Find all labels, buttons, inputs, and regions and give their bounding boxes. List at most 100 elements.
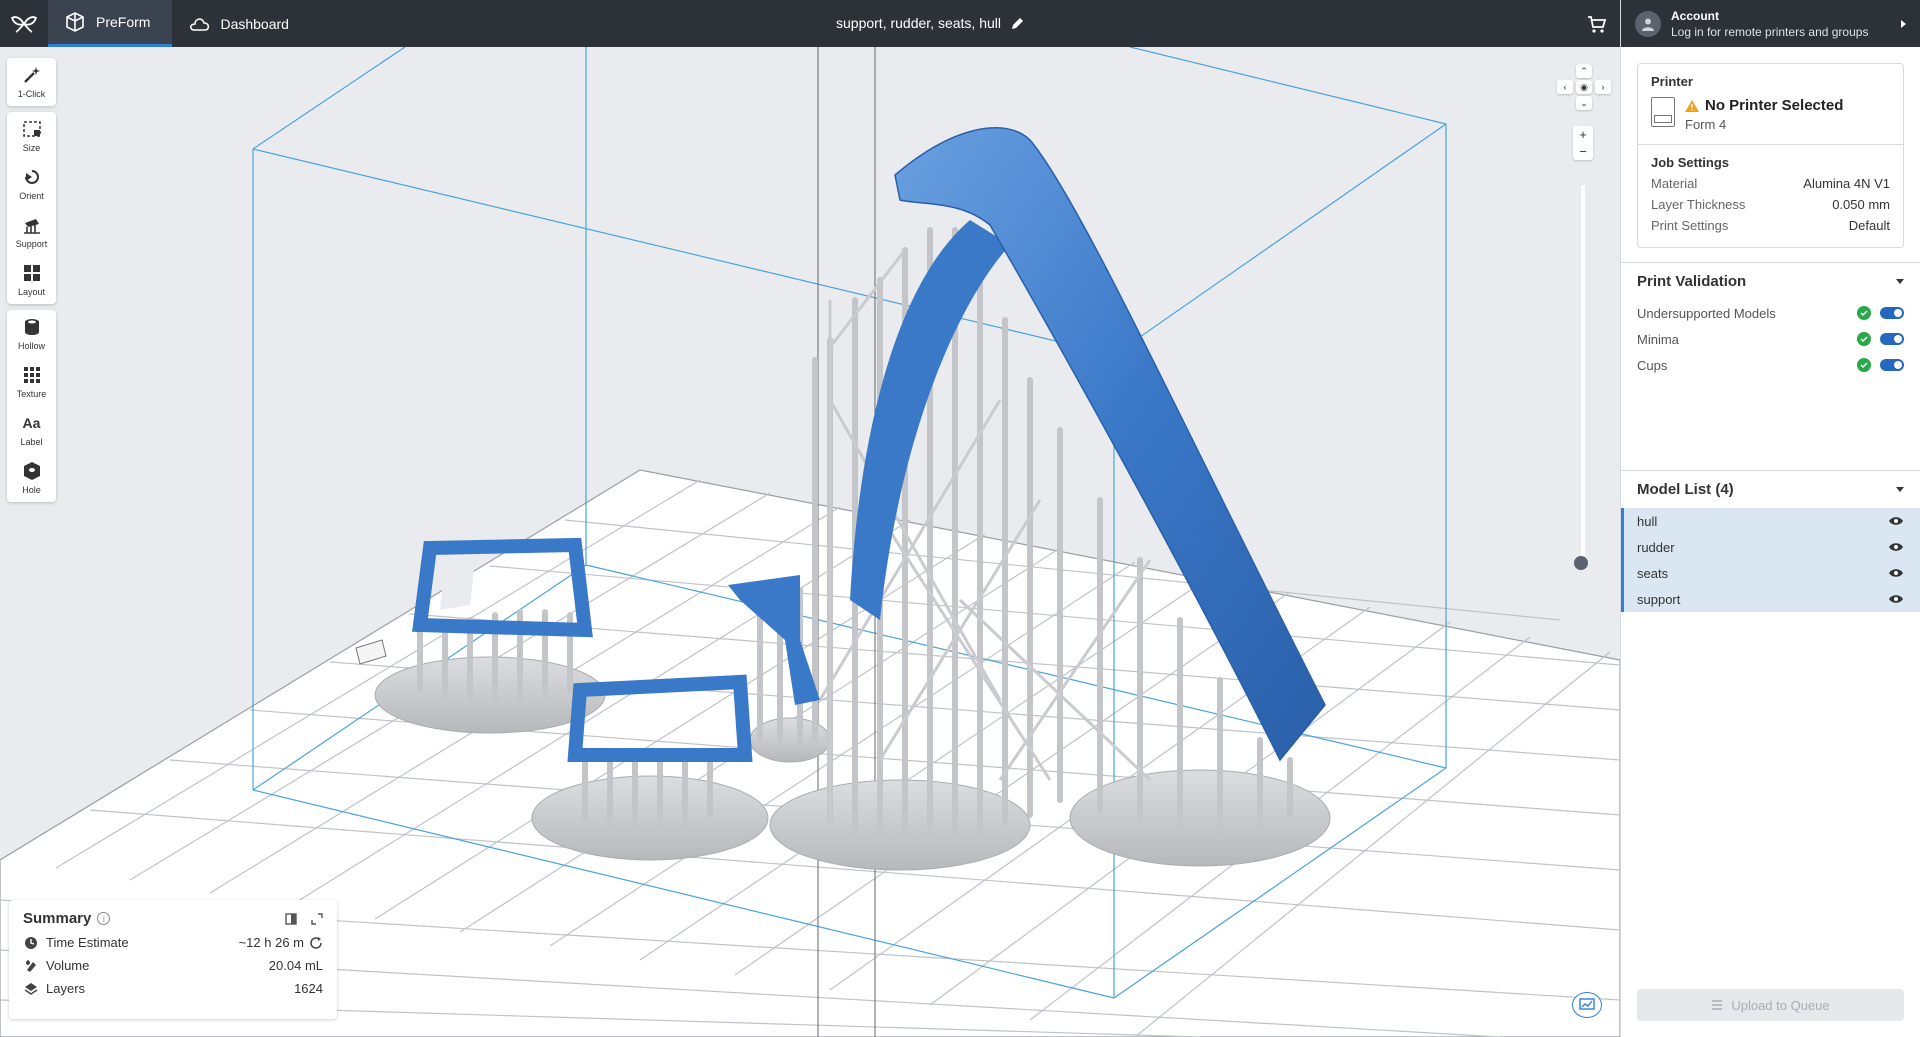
check-icon bbox=[1857, 306, 1871, 320]
account-title: Account bbox=[1671, 8, 1719, 23]
tool-hole[interactable]: Hole bbox=[7, 454, 56, 502]
pan-up-button[interactable]: ⌃ bbox=[1576, 64, 1592, 78]
job-title-text: support, rudder, seats, hull bbox=[836, 15, 1001, 31]
job-settings: Job Settings Material Alumina 4N V1 Laye… bbox=[1638, 144, 1903, 237]
tool-support-label: Support bbox=[15, 239, 48, 249]
feedback-button[interactable] bbox=[1572, 992, 1602, 1018]
support-icon bbox=[22, 215, 42, 235]
tool-size[interactable]: Size bbox=[7, 112, 56, 160]
account-subtitle: Log in for remote printers and groups bbox=[1671, 24, 1869, 39]
layer-slider-handle[interactable] bbox=[1574, 556, 1588, 570]
pan-down-button[interactable]: ⌄ bbox=[1576, 96, 1592, 110]
check-icon bbox=[1857, 332, 1871, 346]
user-icon bbox=[1642, 18, 1654, 31]
warning-icon bbox=[1685, 99, 1699, 112]
pan-left-button[interactable]: ‹ bbox=[1557, 80, 1573, 94]
label-icon: Aa bbox=[22, 415, 41, 431]
tool-label[interactable]: Aa Label bbox=[7, 406, 56, 454]
list-item[interactable]: hull bbox=[1621, 508, 1920, 534]
summary-panel: Summary i Time Estimate ~12 h 26 m Volum… bbox=[9, 900, 337, 1019]
chevron-right-icon bbox=[1901, 19, 1906, 28]
hole-icon bbox=[22, 461, 42, 481]
chevron-down-icon bbox=[1896, 279, 1904, 284]
tool-hollow-label: Hollow bbox=[17, 341, 45, 351]
print-validation-title: Print Validation bbox=[1637, 273, 1747, 290]
list-item[interactable]: support bbox=[1621, 586, 1920, 612]
queue-list-icon bbox=[1712, 1000, 1723, 1010]
list-item[interactable]: seats bbox=[1621, 560, 1920, 586]
job-setting-key: Layer Thickness bbox=[1651, 197, 1746, 212]
preform-cube-icon bbox=[64, 11, 86, 33]
validation-toggle[interactable] bbox=[1880, 307, 1904, 319]
tool-hollow[interactable]: Hollow bbox=[7, 310, 56, 358]
right-panel: Account Log in for remote printers and g… bbox=[1620, 0, 1920, 1037]
volume-value: 20.04 mL bbox=[268, 958, 323, 973]
model-name: hull bbox=[1637, 513, 1658, 529]
validation-toggle[interactable] bbox=[1880, 359, 1904, 371]
expand-icon[interactable] bbox=[311, 912, 323, 925]
tool-layout[interactable]: Layout bbox=[7, 256, 56, 304]
toolbar-group-auto: 1-Click bbox=[7, 58, 56, 106]
tool-orient[interactable]: Orient bbox=[7, 160, 56, 208]
tab-dashboard[interactable]: Dashboard bbox=[172, 0, 311, 47]
job-setting-value: Alumina 4N V1 bbox=[1803, 176, 1890, 191]
validation-toggle[interactable] bbox=[1880, 333, 1904, 345]
layers-icon bbox=[23, 981, 38, 996]
validation-label: Cups bbox=[1637, 357, 1668, 373]
top-bar: PreForm Dashboard support, rudder, seats… bbox=[0, 0, 1620, 47]
account-header[interactable]: Account Log in for remote printers and g… bbox=[1621, 0, 1920, 47]
zoom-out-button[interactable]: − bbox=[1573, 143, 1593, 160]
cart-icon[interactable] bbox=[1586, 13, 1608, 35]
tab-preform[interactable]: PreForm bbox=[48, 0, 173, 47]
time-estimate-label: Time Estimate bbox=[46, 935, 129, 950]
check-icon bbox=[1857, 358, 1871, 372]
view-eye-button[interactable]: ◉ bbox=[1576, 80, 1592, 94]
tool-1-click[interactable]: 1-Click bbox=[7, 58, 56, 106]
orient-icon bbox=[22, 167, 42, 187]
tool-layout-label: Layout bbox=[17, 287, 46, 297]
list-item[interactable]: rudder bbox=[1621, 534, 1920, 560]
eye-icon[interactable] bbox=[1888, 516, 1904, 526]
info-icon[interactable]: i bbox=[97, 912, 111, 925]
model-name: support bbox=[1637, 591, 1681, 607]
tool-1-click-label: 1-Click bbox=[17, 89, 46, 99]
butterfly-logo-icon bbox=[11, 15, 37, 33]
upload-button-label: Upload to Queue bbox=[1731, 997, 1830, 1013]
layer-slider-track[interactable] bbox=[1581, 185, 1585, 563]
layout-icon bbox=[22, 263, 42, 283]
eye-icon[interactable] bbox=[1888, 594, 1904, 604]
tool-hole-label: Hole bbox=[22, 485, 41, 495]
model-list-title: Model List (4) bbox=[1637, 481, 1734, 498]
pencil-icon[interactable] bbox=[1011, 17, 1024, 30]
pan-right-button[interactable]: › bbox=[1595, 80, 1611, 94]
job-title[interactable]: support, rudder, seats, hull bbox=[836, 15, 1024, 31]
cloud-icon bbox=[188, 13, 210, 35]
model-list-header[interactable]: Model List (4) bbox=[1621, 470, 1920, 508]
printer-card[interactable]: Printer No Printer Selected Form 4 Job S… bbox=[1637, 63, 1904, 248]
printer-model: Form 4 bbox=[1685, 117, 1727, 132]
refresh-icon[interactable] bbox=[309, 936, 323, 950]
time-estimate-value: ~12 h 26 m bbox=[238, 935, 304, 950]
validation-label: Undersupported Models bbox=[1637, 305, 1776, 321]
tool-orient-label: Orient bbox=[19, 191, 44, 201]
upload-to-queue-button[interactable]: Upload to Queue bbox=[1637, 989, 1904, 1021]
print-validation-header[interactable]: Print Validation bbox=[1621, 262, 1920, 300]
formlabs-logo[interactable] bbox=[0, 0, 48, 47]
dock-panel-icon[interactable] bbox=[285, 912, 297, 925]
job-setting-row: Print Settings Default bbox=[1651, 218, 1890, 237]
eye-icon[interactable] bbox=[1888, 568, 1904, 578]
magic-wand-icon bbox=[22, 65, 42, 85]
toolbar-group-modify: Hollow Texture Aa Label Hole bbox=[7, 310, 56, 502]
job-setting-value: Default bbox=[1848, 218, 1890, 233]
validation-row: Cups bbox=[1621, 352, 1920, 378]
layers-value: 1624 bbox=[294, 981, 323, 996]
job-setting-key: Material bbox=[1651, 176, 1698, 191]
model-name: rudder bbox=[1637, 539, 1675, 555]
tool-texture[interactable]: Texture bbox=[7, 358, 56, 406]
eye-icon[interactable] bbox=[1888, 542, 1904, 552]
tool-support[interactable]: Support bbox=[7, 208, 56, 256]
zoom-control: + − bbox=[1573, 126, 1593, 160]
summary-row-time: Time Estimate ~12 h 26 m bbox=[23, 935, 323, 950]
zoom-in-button[interactable]: + bbox=[1573, 126, 1593, 143]
3d-viewport[interactable] bbox=[0, 46, 1621, 1037]
